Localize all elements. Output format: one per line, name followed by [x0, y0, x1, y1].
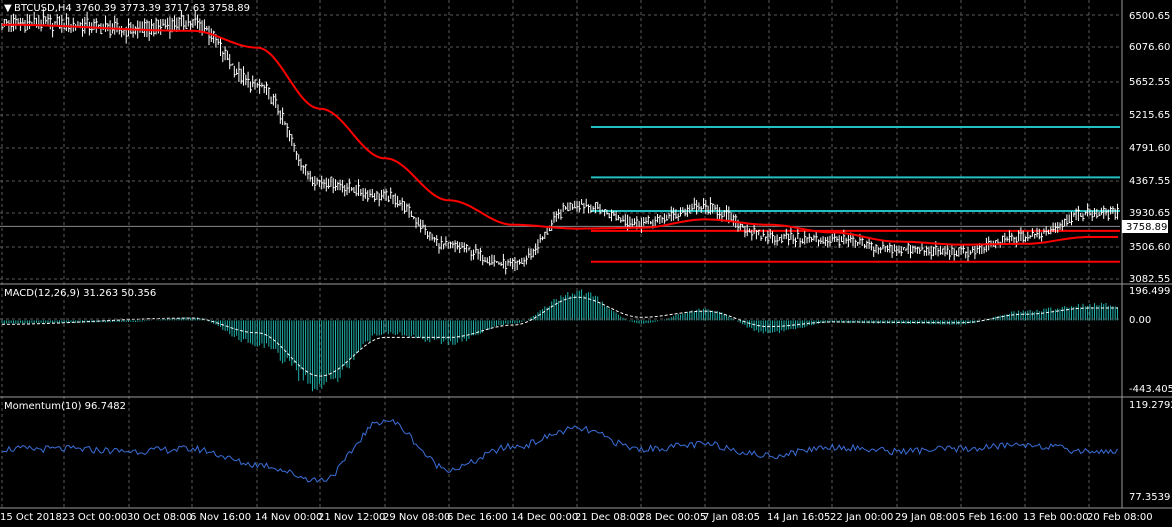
macd-pane[interactable]: [1, 289, 1118, 392]
time-label: 14 Jan 16:05: [767, 512, 830, 523]
momentum-axis: 119.2792 77.3539: [1129, 400, 1172, 503]
time-label: 14 Nov 00:00: [255, 512, 322, 523]
price-label: 4367.55: [1129, 176, 1170, 187]
time-label: 13 Feb 00:00: [1023, 512, 1089, 523]
macd-label: 0.00: [1129, 315, 1151, 326]
macd-label: -443.405: [1129, 384, 1172, 395]
macd-title: MACD(12,26,9) 31.263 50.356: [4, 288, 156, 299]
time-label: 21 Nov 12:00: [318, 512, 385, 523]
price-label: 3930.65: [1129, 208, 1170, 219]
macd-histogram: [1, 289, 1118, 392]
time-label: 28 Dec 00:05: [639, 512, 706, 523]
price-pane[interactable]: [0, 8, 1120, 275]
momentum-title: Momentum(10) 96.7482: [4, 401, 126, 412]
time-label: 7 Jan 08:05: [703, 512, 760, 523]
horizontal-lines[interactable]: [0, 126, 1120, 263]
macd-label: 196.499: [1129, 286, 1170, 297]
time-label: 6 Dec 16:00: [447, 512, 508, 523]
pane-borders: [0, 0, 1172, 509]
price-label: 3082.55: [1129, 274, 1170, 285]
momentum-label: 77.3539: [1129, 492, 1170, 503]
time-label: 23 Oct 00:00: [62, 512, 127, 523]
time-label: 30 Oct 08:00: [127, 512, 192, 523]
time-label: 20 Feb 08:00: [1087, 512, 1153, 523]
price-label: 6076.60: [1129, 42, 1170, 53]
macd-signal-line: [2, 296, 1118, 377]
time-axis[interactable]: 15 Oct 2018 23 Oct 00:00 30 Oct 08:00 6 …: [0, 512, 1153, 523]
time-label: 29 Nov 08:00: [383, 512, 450, 523]
time-label: 29 Jan 08:00: [895, 512, 958, 523]
price-label: 4791.60: [1129, 143, 1170, 154]
current-price-label: 3758.89: [1126, 222, 1167, 233]
price-label: 5215.65: [1129, 110, 1170, 121]
price-bars: [1, 8, 1119, 275]
time-label: 5 Feb 16:00: [959, 512, 1018, 523]
price-label: 6500.65: [1129, 11, 1170, 22]
price-axis[interactable]: 6500.65 6076.60 5652.55 5215.65 4791.60 …: [1129, 11, 1170, 285]
momentum-line: [1, 418, 1118, 483]
time-label: 14 Dec 00:00: [511, 512, 578, 523]
time-label: 22 Jan 00:00: [830, 512, 893, 523]
current-price-marker: 3758.89: [1122, 220, 1168, 233]
dropdown-arrow-icon[interactable]: ▼: [4, 3, 12, 14]
chart-symbol: BTCUSD,H4: [14, 3, 72, 14]
time-label: 15 Oct 2018: [0, 512, 62, 523]
trading-chart[interactable]: ▼ BTCUSD,H4 3760.39 3773.39 3717.63 3758…: [0, 0, 1172, 527]
price-label: 5652.55: [1129, 77, 1170, 88]
price-label: 3506.60: [1129, 242, 1170, 253]
momentum-pane[interactable]: [1, 418, 1118, 483]
macd-axis: 196.499 0.00 -443.405: [1129, 286, 1172, 395]
time-label: 21 Dec 08:00: [575, 512, 642, 523]
momentum-label: 119.2792: [1129, 400, 1172, 411]
chart-ohlc: 3760.39 3773.39 3717.63 3758.89: [75, 3, 250, 14]
time-label: 6 Nov 16:00: [190, 512, 251, 523]
